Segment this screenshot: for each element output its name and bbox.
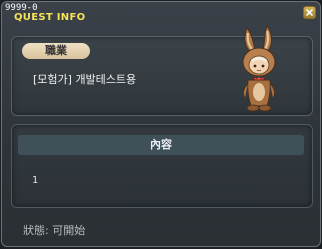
close-button[interactable] [303, 6, 316, 19]
job-label-pill: 職業 [22, 43, 90, 59]
close-icon [306, 9, 313, 16]
quest-info-window: 9999-0 QUEST INFO 職業 [모험가] 개발테스트용 內容 1 狀… [1, 1, 321, 247]
job-name: [모험가] 개발테스트용 [33, 73, 137, 86]
content-panel: 內容 1 [11, 124, 313, 208]
quest-status: 狀態: 可開始 [23, 224, 86, 237]
content-header: 內容 [18, 135, 304, 155]
content-value: 1 [32, 175, 39, 186]
window-title: QUEST INFO [14, 12, 86, 23]
character-sprite [242, 24, 276, 112]
window-titlebar[interactable]: 9999-0 QUEST INFO [2, 2, 320, 24]
